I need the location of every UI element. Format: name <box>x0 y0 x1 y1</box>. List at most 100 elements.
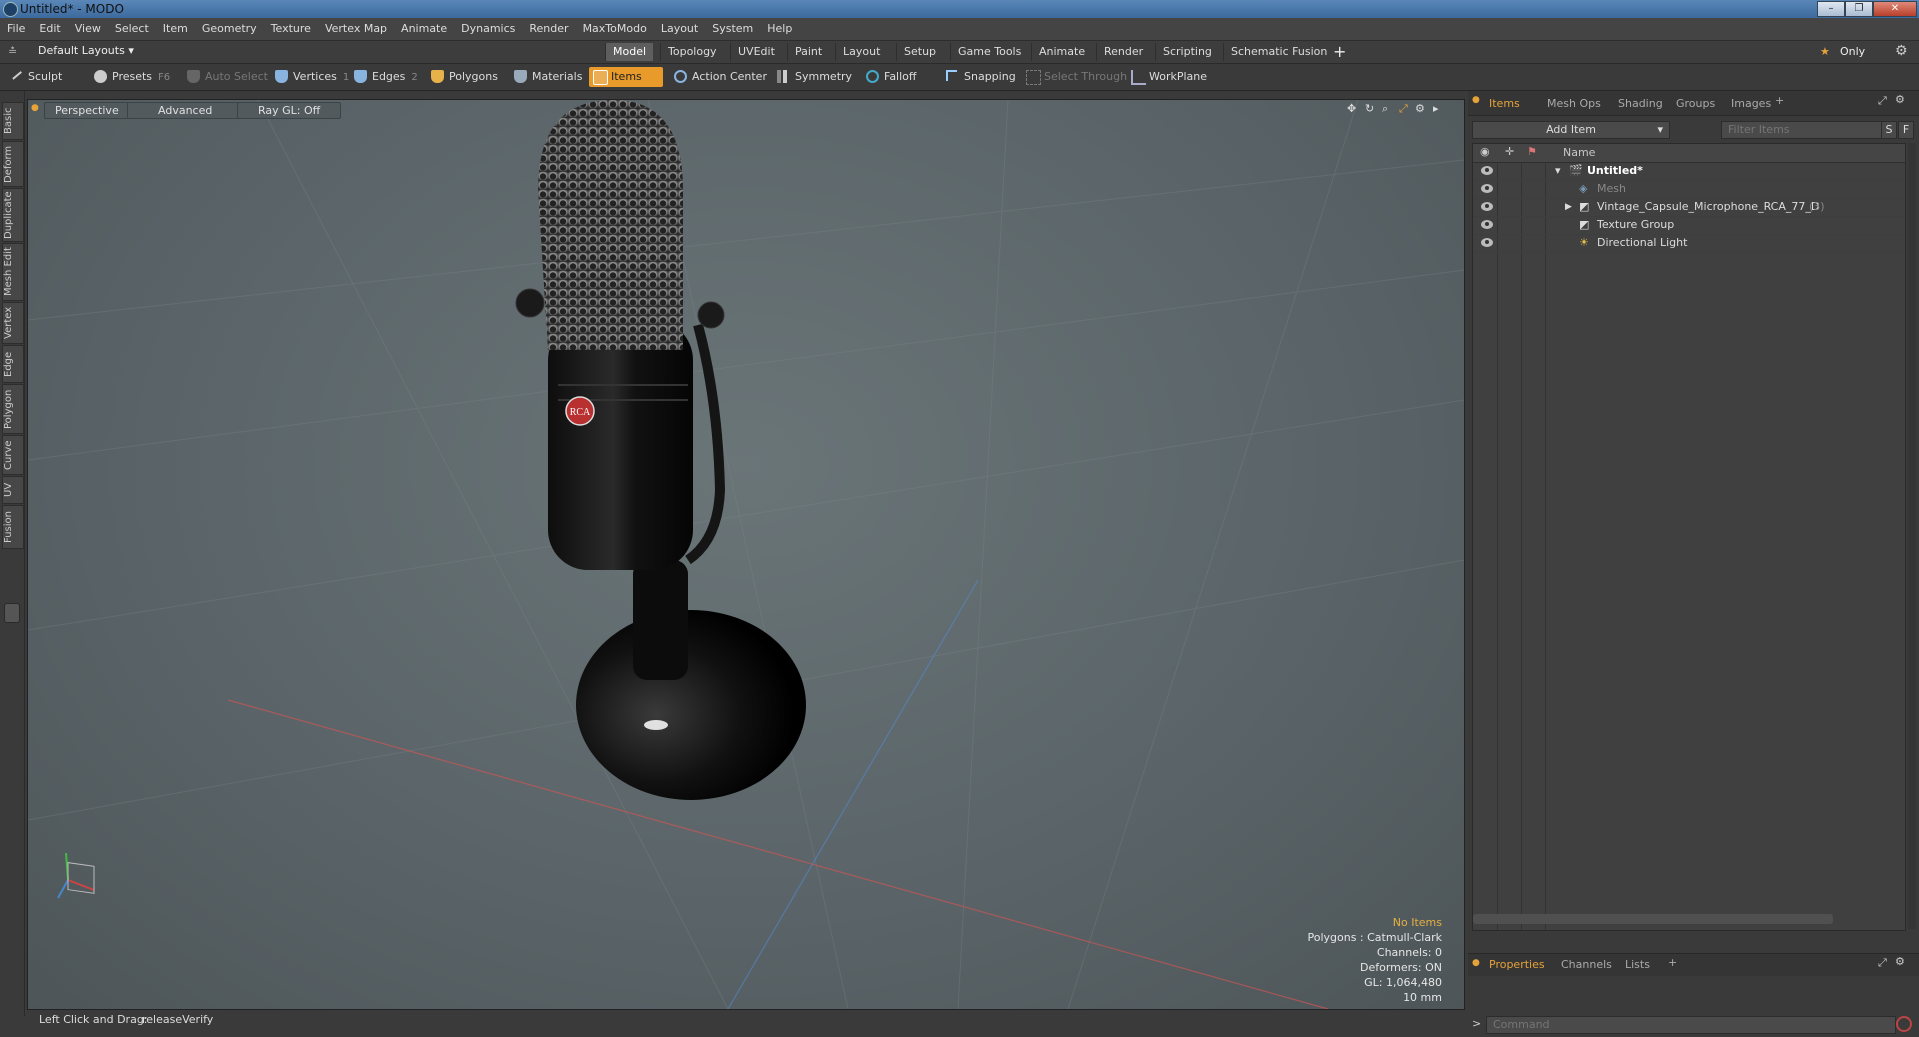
vtab-vertex[interactable]: Vertex <box>2 302 24 344</box>
menu-file[interactable]: File <box>0 18 32 40</box>
menu-dynamics[interactable]: Dynamics <box>454 18 522 40</box>
items-button[interactable]: Items <box>589 67 663 87</box>
action-center-button[interactable]: Action Center <box>670 67 773 87</box>
materials-button[interactable]: Materials <box>510 67 588 87</box>
only-toggle[interactable]: Only <box>1840 45 1865 58</box>
menu-help[interactable]: Help <box>760 18 799 40</box>
record-macro-icon[interactable] <box>1896 1016 1912 1032</box>
vtab-polygon[interactable]: Polygon <box>2 384 24 434</box>
panel-expand-icon[interactable]: ⤢ <box>1878 956 1887 970</box>
tab-setup[interactable]: Setup <box>896 43 943 61</box>
rotate-icon[interactable]: ↻ <box>1365 102 1374 115</box>
maximize-button[interactable]: ❐ <box>1845 1 1873 17</box>
tree-row-texture-group[interactable]: ◩ Texture Group <box>1473 216 1905 235</box>
tree-row-scene[interactable]: ▾ 🎬 Untitled* <box>1473 162 1905 181</box>
3d-viewport[interactable]: RCA <box>27 99 1465 1010</box>
menu-maxtomodo[interactable]: MaxToModo <box>576 18 654 40</box>
layout-gear-icon[interactable]: ⚙ <box>1895 43 1908 59</box>
visibility-eye-icon[interactable] <box>1481 220 1493 229</box>
panel-expand-icon[interactable]: ⤢ <box>1878 94 1887 108</box>
tab-properties[interactable]: Properties <box>1480 956 1554 973</box>
falloff-button[interactable]: Falloff <box>862 67 922 87</box>
tab-groups[interactable]: Groups <box>1667 95 1724 112</box>
symmetry-button[interactable]: Symmetry <box>773 67 858 87</box>
auto-select-button[interactable]: Auto Select <box>183 67 274 87</box>
tree-row-directional-light[interactable]: ☀ Directional Light <box>1473 234 1905 253</box>
tab-uvedit[interactable]: UVEdit <box>730 43 782 61</box>
tree-row-mesh[interactable]: ◈ Mesh <box>1473 180 1905 199</box>
tab-topology[interactable]: Topology <box>660 43 724 61</box>
vtab-curve[interactable]: Curve <box>2 435 24 475</box>
tab-scripting[interactable]: Scripting <box>1155 43 1219 61</box>
add-tab-icon[interactable]: + <box>1775 94 1784 107</box>
tab-mesh-ops[interactable]: Mesh Ops <box>1538 95 1610 112</box>
add-tab-icon[interactable]: + <box>1333 42 1346 61</box>
visibility-eye-icon[interactable] <box>1481 238 1493 247</box>
vtab-mesh-edit[interactable]: Mesh Edit <box>2 243 24 301</box>
filter-items-input[interactable] <box>1721 121 1885 139</box>
menu-vertex-map[interactable]: Vertex Map <box>318 18 394 40</box>
visibility-eye-icon[interactable] <box>1481 166 1493 175</box>
tab-layout[interactable]: Layout <box>835 43 887 61</box>
select-through-button[interactable]: Select Through <box>1022 67 1133 87</box>
s-button[interactable]: S <box>1881 121 1897 139</box>
zoom-icon[interactable]: ⌕ <box>1382 102 1388 116</box>
microphone-model[interactable]: RCA <box>515 100 806 800</box>
f-button[interactable]: F <box>1898 121 1914 139</box>
sculpt-button[interactable]: Sculpt <box>6 67 92 87</box>
horizontal-scrollbar[interactable] <box>1473 914 1833 924</box>
polygons-button[interactable]: Polygons <box>427 67 504 87</box>
tab-items[interactable]: Items <box>1480 95 1529 112</box>
vertical-scrollbar[interactable] <box>1908 143 1916 929</box>
menu-edit[interactable]: Edit <box>32 18 67 40</box>
edges-button[interactable]: Edges 2 <box>350 67 424 87</box>
tab-game-tools[interactable]: Game Tools <box>950 43 1028 61</box>
view-mode-button[interactable]: Perspective <box>44 102 130 119</box>
menu-system[interactable]: System <box>705 18 760 40</box>
tab-model[interactable]: Model <box>605 43 654 61</box>
tree-row-locator[interactable]: ▶ ◩ Vintage_Capsule_Microphone_RCA_77_D … <box>1473 198 1905 217</box>
tab-images[interactable]: Images <box>1722 95 1780 112</box>
maximize-viewport-icon[interactable]: ⤢ <box>1399 102 1408 116</box>
minimize-button[interactable]: – <box>1817 1 1845 17</box>
menu-texture[interactable]: Texture <box>264 18 318 40</box>
collapse-arrow-icon[interactable]: ▾ <box>1555 162 1561 180</box>
tab-render[interactable]: Render <box>1096 43 1150 61</box>
panel-toggle-button[interactable] <box>4 603 20 623</box>
menu-select[interactable]: Select <box>108 18 156 40</box>
add-item-dropdown[interactable]: Add Item ▾ <box>1472 121 1670 139</box>
menu-geometry[interactable]: Geometry <box>195 18 264 40</box>
expand-arrow-icon[interactable]: ▶ <box>1565 198 1572 216</box>
snapping-button[interactable]: Snapping <box>942 67 1022 87</box>
panel-gear-icon[interactable]: ⚙ <box>1895 955 1905 968</box>
vtab-fusion[interactable]: Fusion <box>2 505 24 549</box>
panel-gear-icon[interactable]: ⚙ <box>1895 93 1905 106</box>
tab-lists[interactable]: Lists <box>1616 956 1659 973</box>
vtab-duplicate[interactable]: Duplicate <box>2 188 24 242</box>
shading-mode-button[interactable]: Advanced <box>127 102 244 119</box>
tab-animate[interactable]: Animate <box>1031 43 1092 61</box>
vertices-button[interactable]: Vertices 1 <box>271 67 355 87</box>
menu-layout[interactable]: Layout <box>654 18 705 40</box>
add-tab-icon[interactable]: + <box>1668 956 1677 969</box>
viewport-gear-icon[interactable]: ⚙ <box>1415 102 1425 115</box>
layout-pin-icon[interactable]: ≛ <box>8 45 17 58</box>
name-column-header[interactable]: Name <box>1563 146 1595 159</box>
vtab-edge[interactable]: Edge <box>2 345 24 383</box>
tab-schematic-fusion[interactable]: Schematic Fusion <box>1223 43 1334 61</box>
vtab-deform[interactable]: Deform <box>2 141 24 187</box>
command-input[interactable] <box>1486 1016 1896 1034</box>
menu-animate[interactable]: Animate <box>394 18 454 40</box>
menu-view[interactable]: View <box>68 18 108 40</box>
pan-icon[interactable]: ✥ <box>1347 102 1356 115</box>
presets-button[interactable]: Presets F6 <box>90 67 176 87</box>
tab-channels[interactable]: Channels <box>1552 956 1621 973</box>
raygl-button[interactable]: Ray GL: Off <box>237 102 342 119</box>
visibility-eye-icon[interactable] <box>1481 184 1493 193</box>
viewport-expand-icon[interactable]: ▸ <box>1433 102 1439 115</box>
menu-item[interactable]: Item <box>156 18 195 40</box>
vtab-uv[interactable]: UV <box>2 476 24 504</box>
default-layouts-dropdown[interactable]: Default Layouts ▾ <box>38 44 134 57</box>
visibility-eye-icon[interactable] <box>1481 202 1493 211</box>
menu-render[interactable]: Render <box>522 18 575 40</box>
